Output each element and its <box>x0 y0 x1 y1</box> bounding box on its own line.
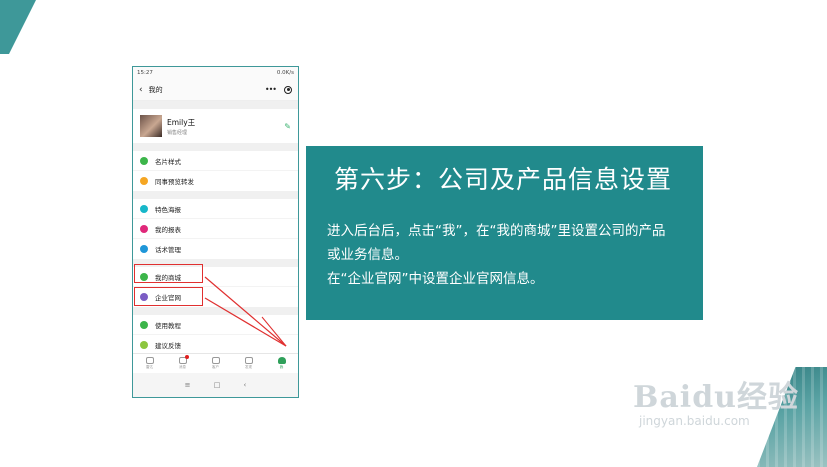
baidu-watermark: Baidu经验 jingyan.baidu.com <box>633 372 799 428</box>
panel-title: 第六步：公司及产品信息设置 <box>334 165 673 194</box>
watermark-logo: Baidu经验 <box>633 380 799 415</box>
panel-body: 进入后台后，点击“我”，在“我的商城”里设置公司的产品 或业务信息。 在“企业官… <box>327 219 703 291</box>
arrow-to-my-mall <box>204 276 287 347</box>
panel-line: 进入后台后，点击“我”，在“我的商城”里设置公司的产品 <box>327 223 666 239</box>
watermark-url: jingyan.baidu.com <box>639 414 750 428</box>
arrow-to-company-website <box>204 297 287 347</box>
arrow-tail <box>261 316 287 347</box>
info-panel: 第六步：公司及产品信息设置 进入后台后，点击“我”，在“我的商城”里设置公司的产… <box>306 146 703 320</box>
panel-line: 或业务信息。 <box>327 247 408 263</box>
panel-line: 在“企业官网”中设置企业官网信息。 <box>327 271 544 287</box>
